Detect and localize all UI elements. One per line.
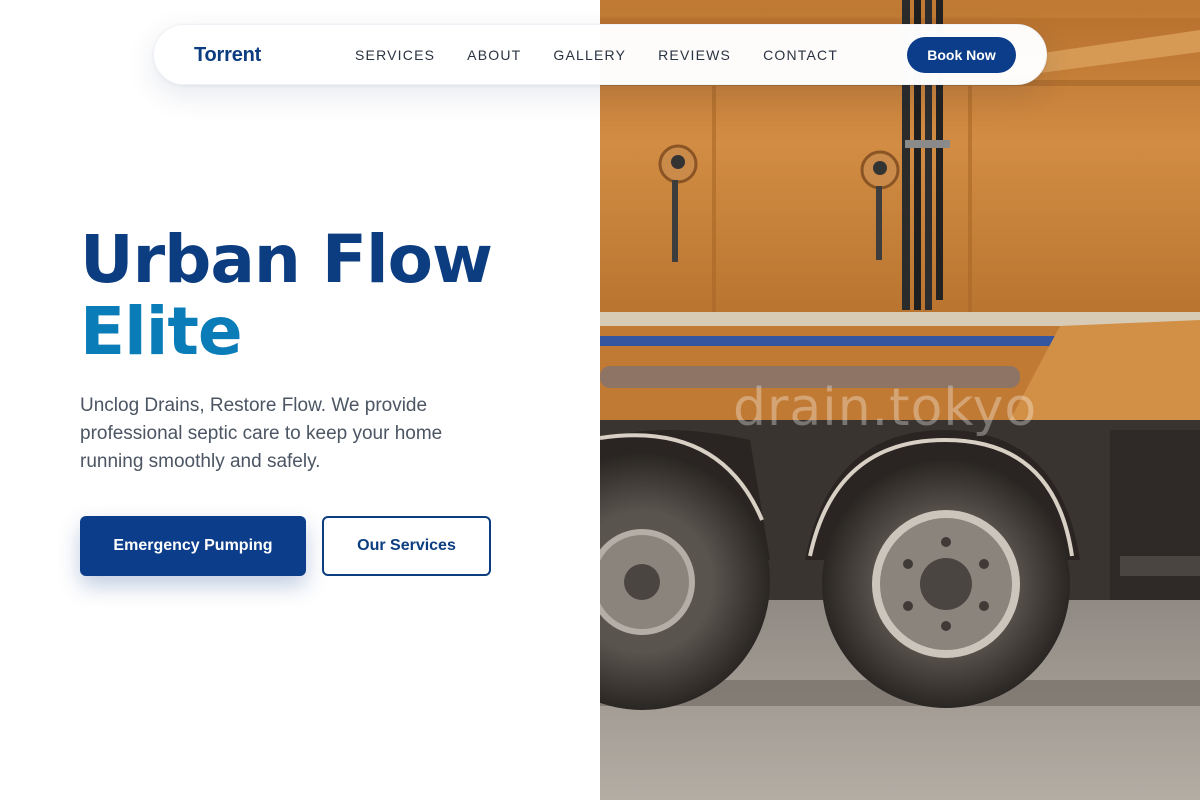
nav-link-reviews[interactable]: REVIEWS xyxy=(658,47,731,63)
our-services-button[interactable]: Our Services xyxy=(322,516,491,576)
nav-links: SERVICES ABOUT GALLERY REVIEWS CONTACT xyxy=(355,47,870,63)
hero-title-line1: Urban Flow xyxy=(80,221,493,298)
brand-logo[interactable]: Torrent xyxy=(194,44,261,67)
nav-link-services[interactable]: SERVICES xyxy=(355,47,435,63)
image-watermark: drain.tokyo xyxy=(733,378,1038,438)
hero-tagline: Unclog Drains, Restore Flow. We provide … xyxy=(80,395,443,472)
nav-link-gallery[interactable]: GALLERY xyxy=(553,47,626,63)
nav-link-contact[interactable]: CONTACT xyxy=(763,47,838,63)
hero-title: Urban Flow Elite xyxy=(80,221,493,370)
nav-link-about[interactable]: ABOUT xyxy=(467,47,521,63)
emergency-pumping-button[interactable]: Emergency Pumping xyxy=(80,516,306,576)
main-navbar: Torrent SERVICES ABOUT GALLERY REVIEWS C… xyxy=(153,24,1047,85)
book-now-button[interactable]: Book Now xyxy=(907,37,1016,73)
hero-title-line2: Elite xyxy=(80,293,243,370)
